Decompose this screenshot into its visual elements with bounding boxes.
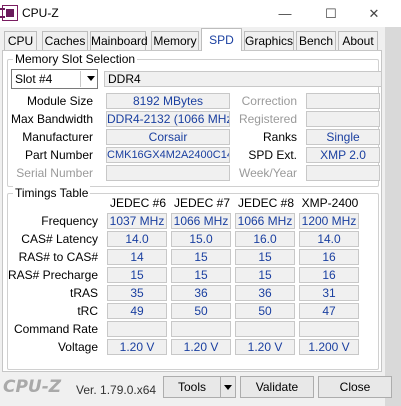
timing-cell: 16 [299,249,359,265]
ras-precharge-label: RAS# Precharge [7,268,98,282]
timing-cell: 1066 MHz [171,213,231,229]
correction-label: Correction [241,94,297,108]
timing-cell: 15 [171,267,231,283]
week-year-label: Week/Year [238,166,297,180]
cpu-z-logo: CPU-Z [3,377,62,397]
spd-page: Memory Slot Selection Slot #4 DDR4 Modul… [2,50,382,372]
tab-bench[interactable]: Bench [296,31,336,50]
serial-number-label: Serial Number [16,166,93,180]
week-year-value [306,165,380,181]
spd-ext-value: XMP 2.0 [306,147,380,163]
timing-cell: 15 [107,267,167,283]
window-title: CPU-Z [22,6,59,20]
part-number-label: Part Number [24,148,93,162]
timing-cell: 15.0 [171,231,231,247]
timing-cell: 15 [235,249,295,265]
timing-cell: 31 [299,285,359,301]
timing-cell: 1.20 V [235,339,295,355]
timing-cell: 15 [171,249,231,265]
tab-mainboard[interactable]: Mainboard [90,31,148,50]
timing-column-header: XMP-2400 [301,196,359,210]
tools-button[interactable]: Tools [163,376,221,398]
serial-number-value [106,165,230,181]
timing-cell: 1.20 V [171,339,231,355]
cas-latency-label: CAS# Latency [21,232,98,246]
timing-cell: 50 [171,303,231,319]
command-rate-label: Command Rate [13,322,98,336]
version-text: Ver. 1.79.0.x64 [76,383,157,397]
ras-to-cas-label: RAS# to CAS# [18,250,98,264]
max-bandwidth-value: DDR4-2132 (1066 MHz) [106,111,230,127]
timing-cell: 49 [107,303,167,319]
spd-ext-label: SPD Ext. [248,148,297,162]
timing-cell: 1.20 V [107,339,167,355]
chevron-down-icon [87,76,95,81]
memory-type-field: DDR4 [104,71,382,87]
timing-cell: 1.200 V [299,339,359,355]
tab-cpu[interactable]: CPU [4,31,37,50]
timing-cell [299,321,359,337]
triangle-down-icon [224,385,232,391]
maximize-button[interactable]: ☐ [308,0,354,27]
ranks-label: Ranks [262,130,297,144]
timing-cell: 14.0 [107,231,167,247]
trc-label: tRC [77,304,98,318]
module-size-label: Module Size [26,94,93,108]
close-button[interactable]: Close [318,376,392,398]
timing-cell: 16.0 [235,231,295,247]
module-size-value: 8192 MBytes [106,93,230,109]
tab-about[interactable]: About [338,31,378,50]
cpu-z-app-icon [0,5,18,21]
timing-column-header: JEDEC #7 [173,196,231,210]
max-bandwidth-label: Max Bandwidth [10,112,93,126]
timing-cell [107,321,167,337]
timing-cell [235,321,295,337]
timing-cell: 1066 MHz [235,213,295,229]
timing-column-header: JEDEC #8 [237,196,295,210]
validate-button[interactable]: Validate [240,376,314,398]
timing-cell: 15 [235,267,295,283]
timing-cell: 1200 MHz [299,213,359,229]
timing-cell: 50 [235,303,295,319]
slot-select-value: Slot #4 [15,72,53,86]
tab-graphics[interactable]: Graphics [244,31,294,50]
timing-cell: 14 [107,249,167,265]
timing-cell: 1037 MHz [107,213,167,229]
memory-slot-selection-label: Memory Slot Selection [13,52,138,66]
part-number-value: CMK16GX4M2A2400C14 [106,147,230,163]
timing-column-header: JEDEC #6 [109,196,167,210]
tab-spd[interactable]: SPD [201,28,242,51]
timing-cell: 16 [299,267,359,283]
manufacturer-label: Manufacturer [22,130,93,144]
timing-cell: 36 [235,285,295,301]
tras-label: tRAS [69,286,98,300]
window-edge [385,27,401,406]
registered-value [306,111,380,127]
ranks-value: Single [306,129,380,145]
timing-cell: 14.0 [299,231,359,247]
tab-caches[interactable]: Caches [42,31,88,50]
timing-cell: 47 [299,303,359,319]
close-window-button[interactable]: ✕ [354,0,394,27]
minimize-button[interactable]: — [262,0,308,27]
timings-table-label: Timings Table [13,186,91,200]
manufacturer-value: Corsair [106,129,230,145]
voltage-label: Voltage [57,340,98,354]
title-bar: CPU-Z — ☐ ✕ [0,0,401,27]
timing-cell [171,321,231,337]
registered-label: Registered [238,112,297,126]
tools-dropdown-button[interactable] [220,376,236,398]
slot-select[interactable]: Slot #4 [11,69,98,89]
tab-memory[interactable]: Memory [151,31,199,50]
timing-cell: 35 [107,285,167,301]
correction-value [306,93,380,109]
timing-cell: 36 [171,285,231,301]
frequency-label: Frequency [41,214,98,228]
